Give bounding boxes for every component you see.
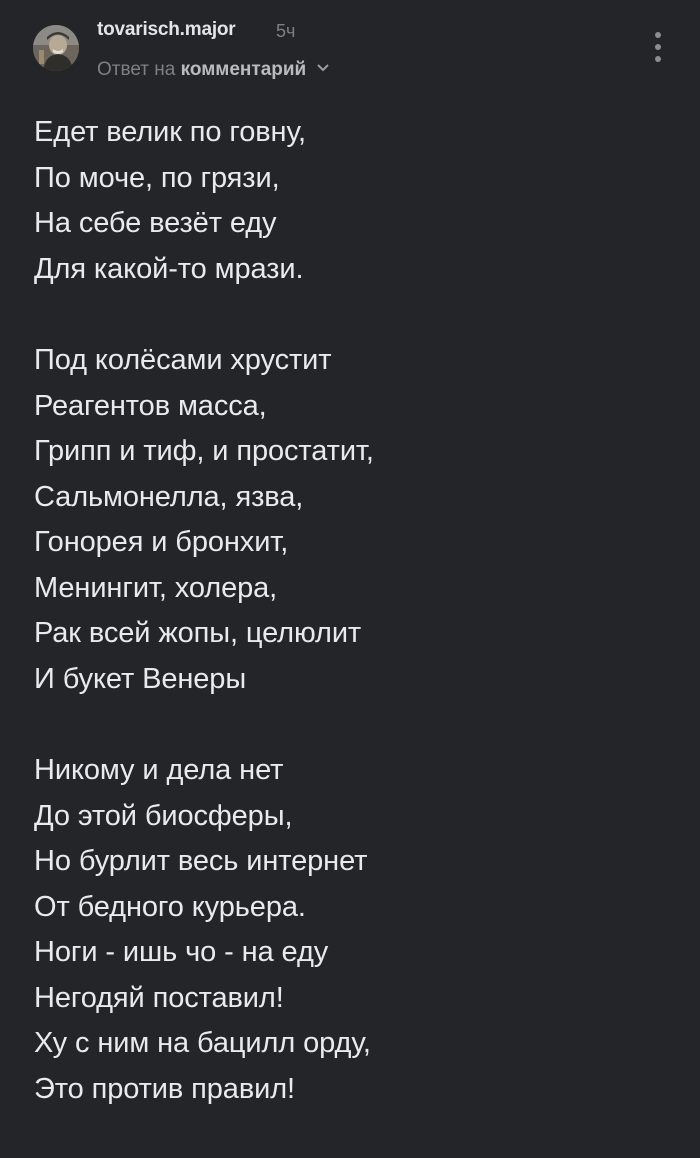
poem-line: Под колёсами хрустит (34, 344, 332, 376)
poem-line: Рак всей жопы, целюлит (34, 617, 362, 649)
poem-line: Ноги - ишь чо - на еду (34, 936, 329, 968)
poem-line: Менингит, холера, (34, 571, 278, 604)
author-name[interactable]: tovarisch.major (97, 19, 236, 41)
chevron-down-icon[interactable] (316, 63, 330, 73)
reply-link[interactable]: комментарий (181, 59, 307, 80)
poem-line: Для какой-то мрази. (34, 252, 304, 285)
poem-line: Никому и дела нет (34, 754, 284, 786)
avatar-image (33, 25, 79, 71)
poem-line: И букет Венеры (34, 662, 247, 695)
comment-text: Едет велик по говну, По моче, по грязи, … (34, 110, 674, 1158)
poem-line: На себе везёт еду (34, 207, 277, 239)
comment-time: 5ч (276, 21, 296, 41)
menu-dot (655, 32, 661, 38)
stanza: Едет велик по говну, По моче, по грязи, … (34, 110, 674, 292)
poem-line: Ху с ним на бацилл орду, (34, 1027, 371, 1059)
menu-dot (655, 44, 661, 50)
poem-line: Сальмонелла, язва, (34, 480, 304, 513)
stanza: Никому и дела нет До этой биосферы, Но б… (34, 748, 674, 1112)
poem-line: До этой биосферы, (34, 799, 293, 832)
poem-line: По моче, по грязи, (34, 161, 280, 194)
poem-line: От бедного курьера. (34, 890, 306, 923)
poem-line: Негодяй поставил! (34, 981, 284, 1014)
poem-line: Гонорея и бронхит, (34, 526, 289, 558)
stanza: Под колёсами хрустит Реагентов масса, Гр… (34, 338, 674, 702)
poem-line: Но бурлит весь интернет (34, 845, 368, 877)
avatar[interactable] (33, 25, 79, 71)
poem-line: Грипп и тиф, и простатит, (34, 435, 374, 467)
comment-header: tovarisch.major 5ч Ответ на комментарий (0, 0, 700, 100)
reply-prefix: Ответ на (97, 59, 176, 80)
poem-line: Это против правил! (34, 1072, 295, 1105)
reply-info: Ответ на комментарий (97, 59, 330, 81)
menu-dot (655, 56, 661, 62)
more-menu-button[interactable] (648, 30, 668, 64)
poem-line: Едет велик по говну, (34, 116, 306, 148)
poem-line: Реагентов масса, (34, 389, 267, 422)
